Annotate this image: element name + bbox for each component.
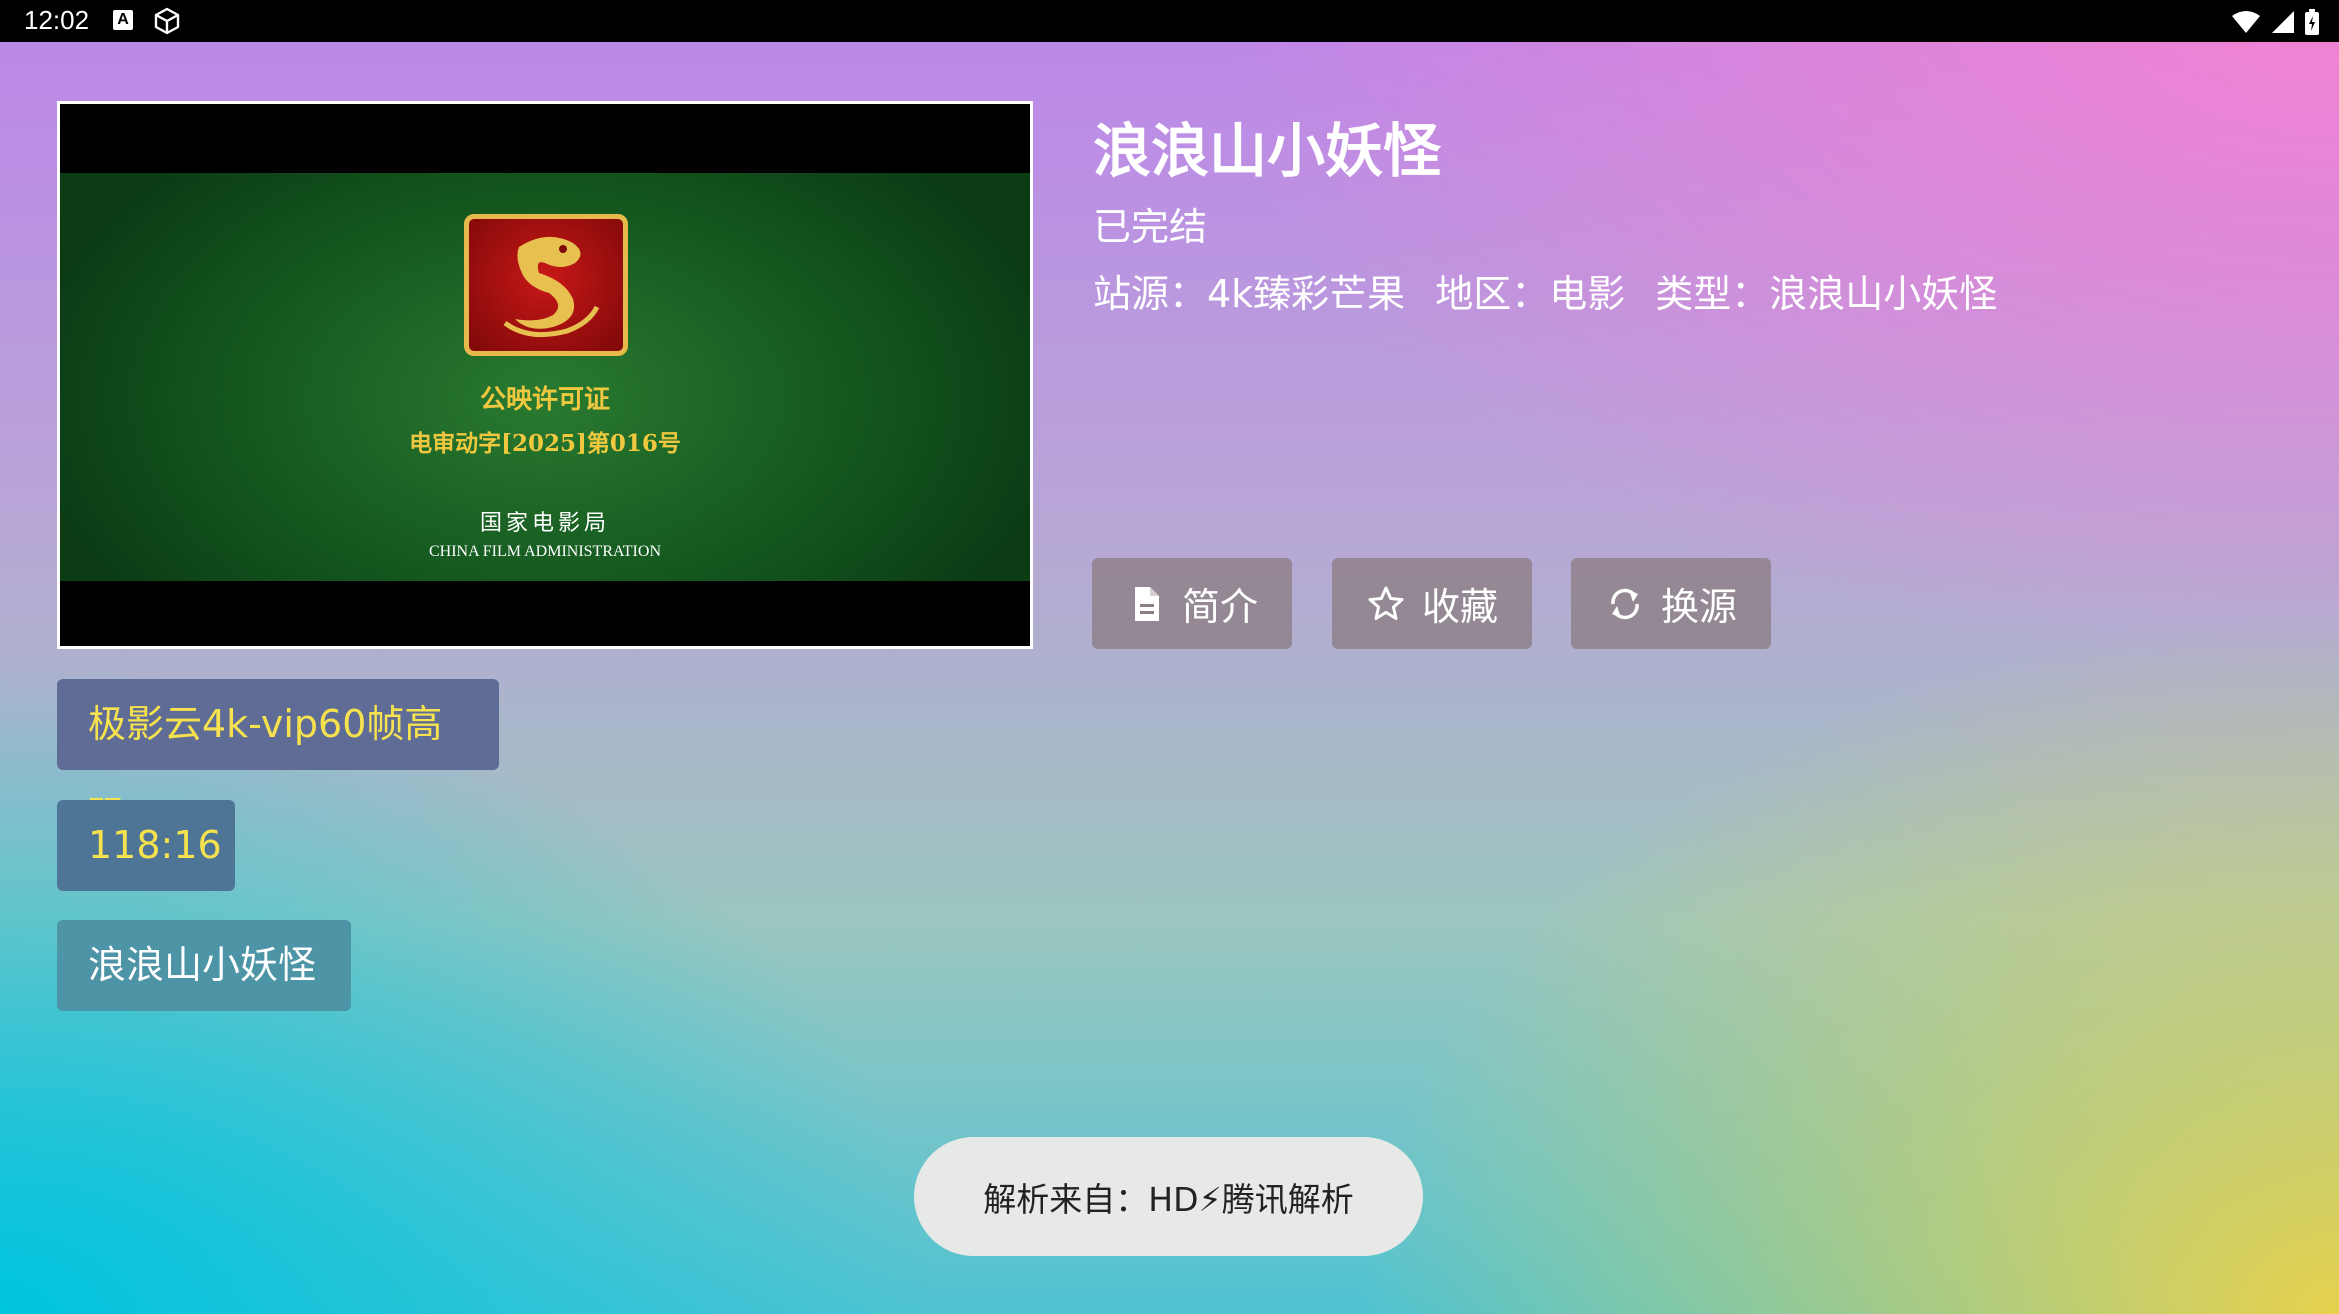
cube-icon [152, 6, 182, 36]
license-title: 公映许可证 [479, 385, 610, 415]
battery-icon [2305, 9, 2319, 35]
document-icon [1134, 586, 1159, 621]
intro-label: 简介 [1181, 585, 1258, 629]
status-bar: 12:02 A [0, 0, 2339, 42]
video-player[interactable]: 公映许可证 电审动字[2025]第016号 国家电影局 CHINA FILM A… [57, 101, 1033, 649]
administration-en: CHINA FILM ADMINISTRATION [428, 543, 661, 560]
genre: 类型：浪浪山小妖怪 [1655, 272, 1998, 316]
switch-source-label: 换源 [1660, 585, 1737, 629]
dragon-logo-icon [464, 214, 628, 356]
cell-signal-icon [2272, 11, 2294, 33]
episode-chip[interactable]: 浪浪山小妖怪 [57, 920, 351, 1011]
site-source: 站源：4k臻彩芒果 [1093, 272, 1406, 316]
duration-chip[interactable]: 118:16 [57, 800, 235, 891]
parse-source-toast: 解析来自：HD⚡腾讯解析 [914, 1137, 1423, 1256]
video-status: 已完结 [1093, 205, 1208, 249]
star-icon [1368, 586, 1404, 620]
video-title: 浪浪山小妖怪 [1093, 117, 1442, 185]
status-icons [2231, 8, 2319, 36]
administration-cn: 国家电影局 [479, 511, 610, 536]
switch-source-button[interactable]: 换源 [1571, 558, 1771, 649]
intro-button[interactable]: 简介 [1092, 558, 1292, 649]
refresh-icon [1611, 588, 1639, 619]
video-meta: 站源：4k臻彩芒果 地区：电影 类型：浪浪山小妖怪 [1093, 263, 1997, 318]
video-frame: 公映许可证 电审动字[2025]第016号 国家电影局 CHINA FILM A… [60, 173, 1030, 581]
source-line-chip[interactable]: 极影云4k-vip60帧高码 [57, 679, 499, 837]
region: 地区：电影 [1435, 272, 1626, 316]
status-time: 12:02 [24, 5, 90, 35]
favorite-label: 收藏 [1421, 585, 1498, 629]
favorite-button[interactable]: 收藏 [1332, 558, 1532, 649]
license-number: 电审动字[2025]第016号 [409, 430, 681, 457]
a-icon: A [113, 10, 133, 30]
wifi-icon [2232, 11, 2260, 33]
toast-message: 解析来自：HD⚡腾讯解析 [983, 1179, 1354, 1219]
